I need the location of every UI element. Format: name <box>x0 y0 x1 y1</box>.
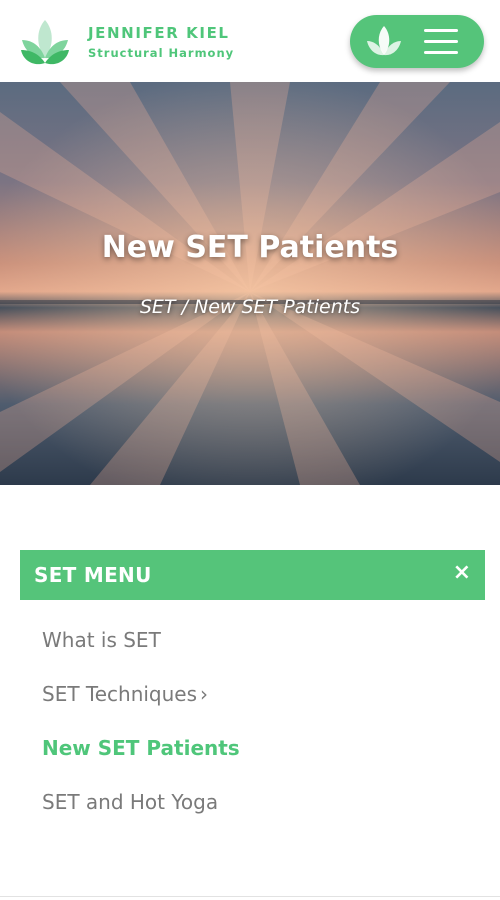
site-header: JENNIFER KIEL Structural Harmony <box>0 0 500 82</box>
menu-item-set-techniques[interactable]: SET Techniques › <box>42 682 208 706</box>
menu-item-label: New SET Patients <box>42 736 240 760</box>
chevron-right-icon[interactable]: › <box>200 682 208 706</box>
set-menu-header: SET MENU × <box>20 550 485 600</box>
close-icon[interactable]: × <box>453 562 471 584</box>
logo-icon[interactable] <box>18 14 72 68</box>
set-menu-title: SET MENU <box>34 563 152 587</box>
page-divider <box>0 896 500 897</box>
menu-item-label: What is SET <box>42 628 161 652</box>
hamburger-icon <box>424 29 458 55</box>
leaf-icon <box>367 26 401 56</box>
breadcrumb[interactable]: SET / New SET Patients <box>0 296 500 318</box>
menu-item-set-and-hot-yoga[interactable]: SET and Hot Yoga <box>42 790 218 814</box>
menu-item-new-set-patients[interactable]: New SET Patients <box>42 736 240 760</box>
hero-banner: New SET Patients SET / New SET Patients <box>0 82 500 485</box>
set-menu: SET MENU × What is SET SET Techniques › N… <box>20 550 485 814</box>
brand-name[interactable]: JENNIFER KIEL <box>88 24 230 42</box>
menu-item-label: SET Techniques <box>42 682 198 706</box>
menu-item-what-is-set[interactable]: What is SET <box>42 628 161 652</box>
page-title: New SET Patients <box>101 230 399 265</box>
main-menu-button[interactable] <box>350 15 484 68</box>
sunset-background-image <box>0 82 500 485</box>
brand-tagline: Structural Harmony <box>88 46 235 60</box>
menu-item-label: SET and Hot Yoga <box>42 790 219 814</box>
